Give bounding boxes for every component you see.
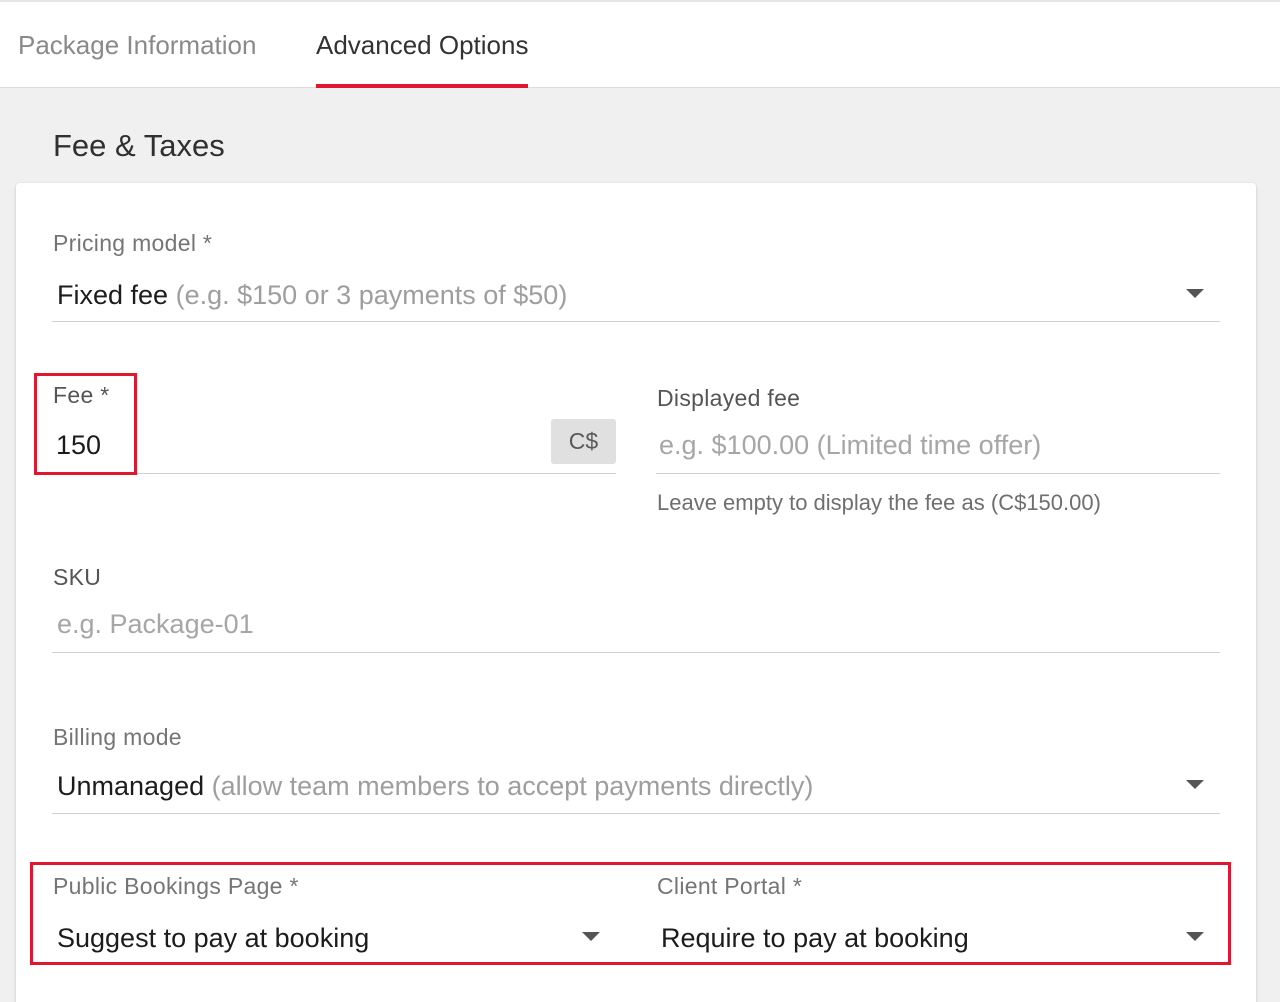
displayed-fee-input[interactable]: e.g. $100.00 (Limited time offer) [659,430,1199,464]
pricing-model-hint: (e.g. $150 or 3 payments of $50) [175,280,568,310]
pricing-model-underline [52,321,1220,322]
fee-label: Fee * [53,382,110,408]
billing-mode-select[interactable]: Unmanaged (allow team members to accept … [57,771,1177,807]
sku-underline [52,652,1220,653]
displayed-fee-helper-text: Leave empty to display the fee as (C$150… [657,490,1101,515]
sku-input[interactable]: e.g. Package-01 [57,609,1197,643]
tab-bar: Package Information Advanced Options [0,0,1280,88]
tab-advanced-options[interactable]: Advanced Options [316,2,529,88]
fee-input[interactable]: 150 [56,430,536,464]
tab-label: Advanced Options [316,30,529,60]
billing-mode-caret-icon[interactable] [1186,780,1204,789]
displayed-fee-label: Displayed fee [657,385,801,411]
tab-package-information[interactable]: Package Information [18,2,256,88]
client-portal-label: Client Portal * [657,873,803,899]
billing-mode-label: Billing mode [53,724,182,750]
client-portal-select[interactable]: Require to pay at booking [661,923,1171,959]
public-bookings-label: Public Bookings Page * [53,873,299,899]
billing-mode-hint: (allow team members to accept payments d… [211,771,814,801]
pricing-model-select[interactable]: Fixed fee (e.g. $150 or 3 payments of $5… [57,280,1177,316]
displayed-fee-underline [656,473,1220,474]
pricing-model-value: Fixed fee [57,280,169,310]
currency-badge: C$ [551,419,616,464]
public-bookings-caret-icon[interactable] [582,932,600,941]
section-title: Fee & Taxes [53,128,225,163]
active-tab-indicator [316,84,529,88]
public-bookings-select[interactable]: Suggest to pay at booking [57,923,577,959]
fee-underline [52,473,616,474]
client-portal-caret-icon[interactable] [1186,932,1204,941]
billing-mode-underline [52,813,1220,814]
pricing-model-label: Pricing model * [53,230,213,256]
pricing-model-caret-icon[interactable] [1186,289,1204,298]
sku-label: SKU [53,564,102,590]
tab-label: Package Information [18,30,257,60]
billing-mode-value: Unmanaged [57,771,205,801]
